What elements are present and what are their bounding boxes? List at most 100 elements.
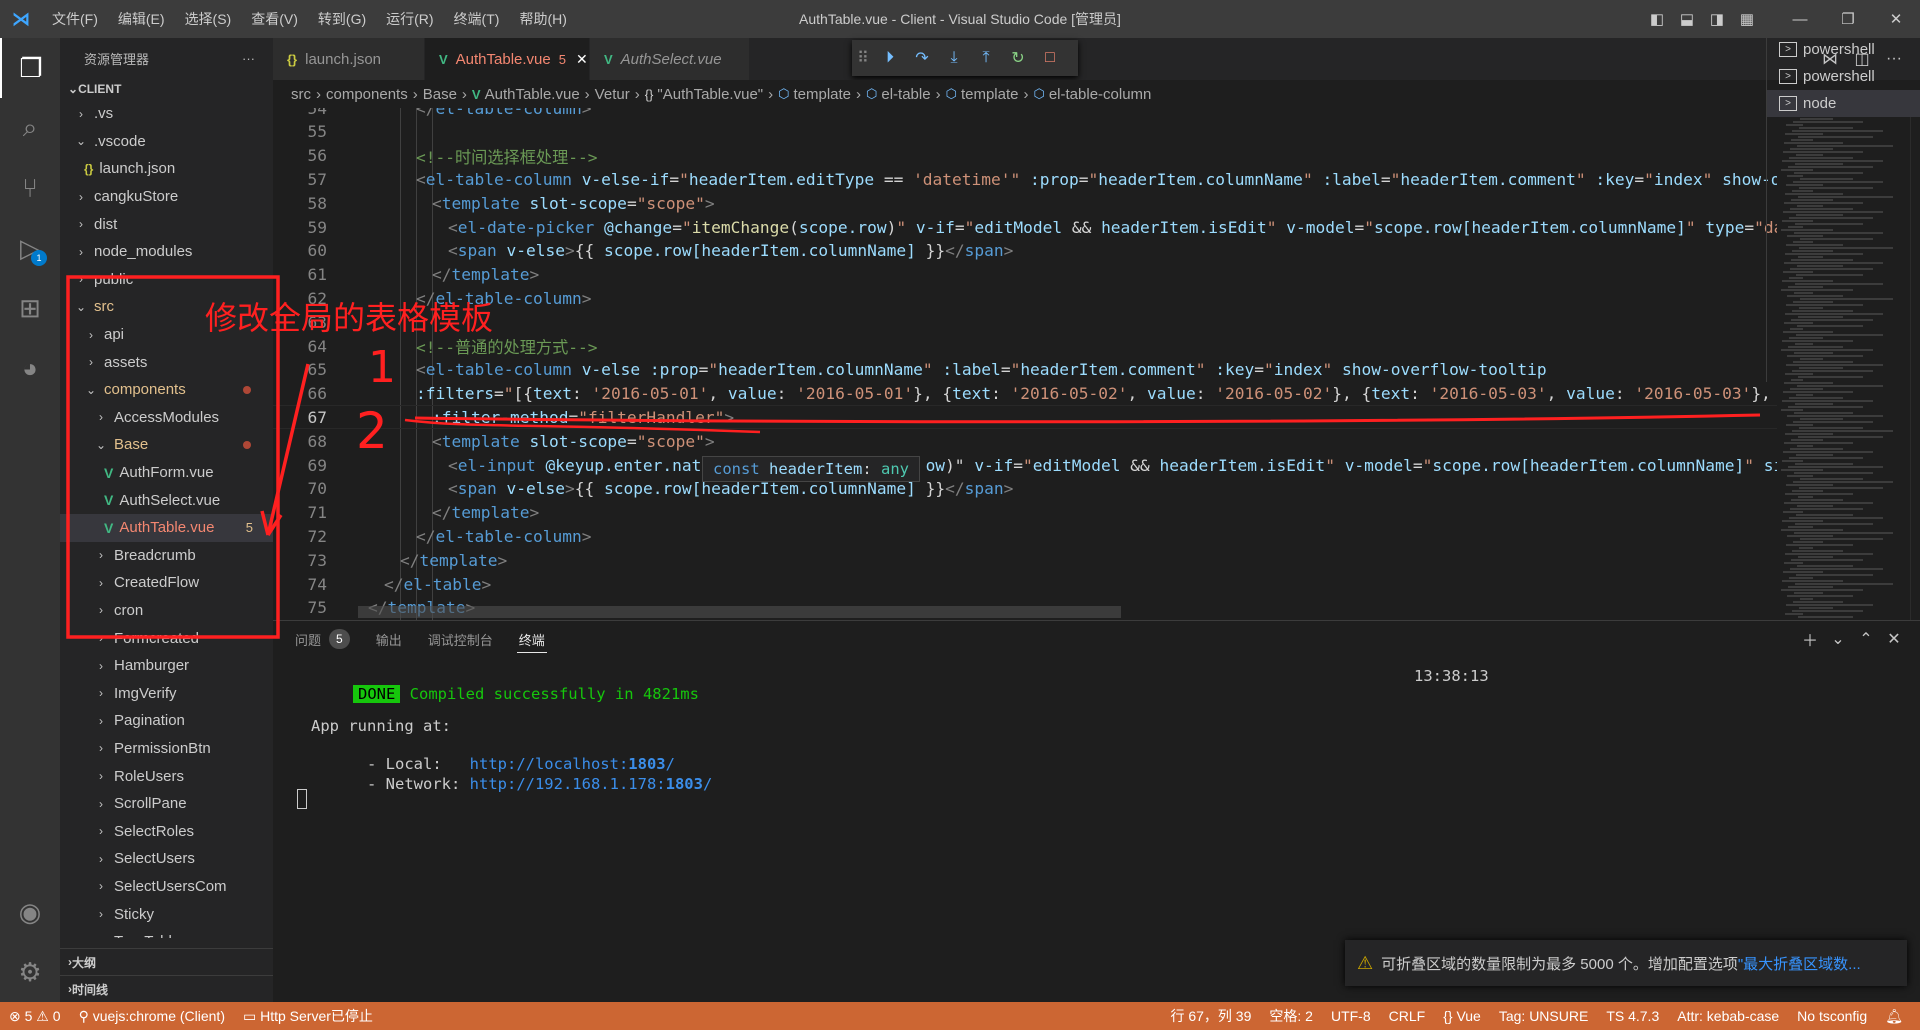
maximize-panel-icon[interactable]: ⌃ [1852,629,1880,649]
tag-casing[interactable]: Tag: UNSURE [1490,1008,1597,1024]
tree-file[interactable]: V AuthTable.vue 5 [60,513,273,542]
problems-status[interactable]: ⊗ 5 ⚠ 0 [0,1008,70,1025]
menu-item[interactable]: 运行(R) [376,0,443,38]
tree-folder[interactable]: › .vs [60,100,273,128]
tree-folder[interactable]: › assets [60,348,273,376]
indentation[interactable]: 空格: 2 [1260,1006,1322,1026]
terminal-dropdown-icon[interactable]: ⌄ [1824,629,1852,649]
breadcrumb-item[interactable]: AuthTable.vue [485,86,580,103]
outline-section[interactable]: › 大纲 [60,948,273,975]
tree-folder[interactable]: › Pagination [60,707,273,735]
tree-folder[interactable]: › SelectUsersCom [60,873,273,901]
code-editor[interactable]: 54 </el-table-column> 55 56 <!--时间选择框处理--> 57… [273,108,1777,620]
tree-folder[interactable]: ⌄ Base [60,431,273,459]
tree-folder[interactable]: ⌄ .vscode [60,128,273,156]
extensions-icon[interactable]: ⊞ [0,278,60,338]
step-over-icon[interactable]: ↷ [906,48,938,68]
tree-folder[interactable]: › TreeTable [60,928,273,938]
notification-link[interactable]: "最大折叠区域数... [1738,953,1861,974]
tree-file[interactable]: {} launch.json [60,155,273,183]
tree-folder[interactable]: › ScrollPane [60,790,273,818]
drag-handle-icon[interactable]: ⠿ [852,48,874,68]
tree-folder[interactable]: › dist [60,210,273,238]
edge-devtools-icon[interactable]: ◕ [0,338,60,398]
attr-casing[interactable]: Attr: kebab-case [1668,1008,1788,1024]
explorer-icon[interactable]: ❐ [0,38,60,98]
tab-authselect-vue[interactable]: V AuthSelect.vue [590,38,750,80]
panel-tab[interactable]: 问题 5 [295,621,350,657]
toggle-primary-sidebar-icon[interactable]: ◧ [1642,10,1672,28]
customize-layout-icon[interactable]: ▦ [1732,10,1762,28]
toggle-secondary-sidebar-icon[interactable]: ◨ [1702,10,1732,28]
notifications-bell-icon[interactable]: 🔔︎ [1876,1008,1912,1025]
panel-tab[interactable]: 调试控制台 [428,621,493,657]
tree-folder[interactable]: › cron [60,597,273,625]
settings-gear-icon[interactable]: ⚙ [0,942,60,1002]
step-out-icon[interactable]: ⤒ [970,49,1002,67]
debug-config-status[interactable]: ⚲ vuejs:chrome (Client) [70,1008,234,1025]
tree-file[interactable]: V AuthSelect.vue [60,486,273,514]
search-icon[interactable]: ⌕ [0,98,60,158]
breadcrumb-item[interactable]: "AuthTable.vue" [657,86,763,103]
tree-folder[interactable]: › CreatedFlow [60,569,273,597]
step-into-icon[interactable]: ⤓ [938,49,970,67]
breadcrumb-item[interactable]: el-table [881,86,930,103]
breadcrumb-item[interactable]: template [961,86,1019,103]
menu-item[interactable]: 转到(G) [308,0,376,38]
new-terminal-icon[interactable]: ＋ [1796,627,1824,651]
more-actions-icon[interactable]: ··· [242,51,255,66]
tree-folder[interactable]: › PermissionBtn [60,735,273,763]
network-url[interactable]: http://192.168.1.178:1803/ [470,775,713,793]
tab-launch-json[interactable]: {} launch.json [273,38,425,80]
restore-button[interactable]: ❐ [1824,10,1872,28]
account-icon[interactable]: ◉ [0,882,60,942]
tree-folder[interactable]: › SelectUsers [60,845,273,873]
line-ending[interactable]: CRLF [1380,1008,1435,1024]
toggle-panel-icon[interactable]: ⬓ [1672,10,1702,28]
panel-tab[interactable]: 输出 [376,621,402,657]
tree-folder[interactable]: › Sticky [60,900,273,928]
editor-horizontal-scrollbar[interactable] [358,606,1121,618]
breadcrumb-item[interactable]: Base [423,86,457,103]
timeline-section[interactable]: › 时间线 [60,975,273,1002]
cursor-position[interactable]: 行 67，列 39 [1161,1006,1260,1026]
close-panel-icon[interactable]: ✕ [1880,629,1908,649]
menu-item[interactable]: 选择(S) [175,0,242,38]
menu-item[interactable]: 查看(V) [241,0,308,38]
breadcrumb-item[interactable]: src [291,86,311,103]
tree-folder[interactable]: › Hamburger [60,652,273,680]
breadcrumb-item[interactable]: Vetur [595,86,630,103]
encoding[interactable]: UTF-8 [1322,1008,1380,1024]
tab-authtable-vue[interactable]: V AuthTable.vue 5 ✕ [425,38,590,80]
tsconfig-status[interactable]: No tsconfig [1788,1008,1876,1024]
tree-folder[interactable]: › cangkuStore [60,183,273,211]
close-window-button[interactable]: ✕ [1872,10,1920,28]
minimize-button[interactable]: — [1776,11,1824,28]
menu-item[interactable]: 编辑(E) [108,0,175,38]
terminal-output[interactable]: DONE Compiled successfully in 4821ms 13:… [297,667,1777,987]
server-status[interactable]: ▭ Http Server已停止 [234,1006,382,1026]
tree-folder[interactable]: › Formcreated [60,624,273,652]
close-tab-icon[interactable]: ✕ [576,51,588,68]
run-debug-icon[interactable]: ▷ 1 [0,218,60,278]
terminal-instance[interactable]: > powershell [1767,63,1920,90]
stop-icon[interactable]: □ [1034,49,1066,67]
menu-item[interactable]: 终端(T) [444,0,510,38]
breadcrumb-item[interactable]: el-table-column [1049,86,1152,103]
breadcrumb-item[interactable]: template [793,86,851,103]
tree-folder[interactable]: › node_modules [60,238,273,266]
terminal-instance[interactable]: > node [1767,90,1920,117]
breadcrumb-item[interactable]: components [326,86,408,103]
tree-folder[interactable]: ⌄ components [60,376,273,404]
tree-folder[interactable]: › RoleUsers [60,762,273,790]
workspace-section[interactable]: ⌄ CLIENT [60,78,273,100]
menu-item[interactable]: 帮助(H) [509,0,576,38]
terminal-instance[interactable]: > powershell [1767,36,1920,63]
continue-icon[interactable]: ⏵ [874,49,906,67]
restart-icon[interactable]: ↻ [1002,48,1034,68]
tree-folder[interactable]: › ImgVerify [60,679,273,707]
language-mode[interactable]: {} Vue [1434,1008,1490,1024]
tree-file[interactable]: V AuthForm.vue [60,459,273,487]
tree-folder[interactable]: › SelectRoles [60,817,273,845]
tree-folder[interactable]: › public [60,266,273,294]
